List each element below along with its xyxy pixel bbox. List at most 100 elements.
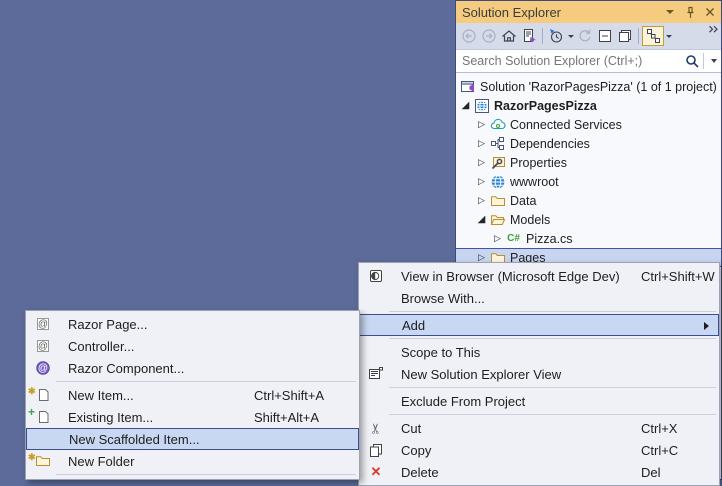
properties-icon (489, 155, 506, 171)
pin-icon[interactable] (684, 5, 696, 19)
window-position-icon[interactable] (664, 5, 676, 19)
svg-text:@: @ (38, 341, 48, 352)
menu-item-new-scaffolded-item[interactable]: New Scaffolded Item... (26, 428, 359, 450)
controller-icon: @ (30, 337, 56, 355)
tree-item-label: RazorPagesPizza (494, 99, 597, 113)
menu-item-cut[interactable]: Cut Ctrl+X (359, 417, 719, 439)
tree-item-wwwroot[interactable]: ▷ wwwroot (456, 172, 721, 191)
back-icon[interactable] (459, 26, 479, 46)
menu-item-existing-item[interactable]: Existing Item... Shift+Alt+A (26, 406, 359, 428)
sync-with-active-document-icon[interactable] (642, 26, 664, 46)
menu-item-browse-with[interactable]: Browse With... (359, 287, 719, 309)
copy-icon (363, 441, 389, 459)
solution-tree: Solution 'RazorPagesPizza' (1 of 1 proje… (456, 73, 721, 267)
tree-item-dependencies[interactable]: ▷ Dependencies (456, 134, 721, 153)
tree-item-label: Properties (510, 156, 567, 170)
tree-item-label: Pizza.cs (526, 232, 573, 246)
tree-item-label: Models (510, 213, 550, 227)
collapsed-arrow-icon[interactable]: ▷ (474, 191, 489, 210)
delete-icon (363, 463, 389, 481)
collapsed-arrow-icon[interactable]: ▷ (474, 153, 489, 172)
collapsed-arrow-icon[interactable]: ▷ (490, 229, 505, 248)
menu-item-scope-to-this[interactable]: Scope to This (359, 341, 719, 363)
new-item-icon (30, 386, 56, 404)
svg-text:@: @ (38, 363, 48, 374)
connected-services-icon (489, 117, 506, 133)
web-project-icon (473, 98, 490, 114)
tree-item-solution[interactable]: Solution 'RazorPagesPizza' (1 of 1 proje… (456, 77, 721, 96)
pending-changes-dropdown-icon[interactable] (566, 26, 575, 46)
submenu-arrow-icon (704, 322, 709, 330)
folder-icon (489, 193, 506, 209)
sync-dropdown-icon[interactable] (664, 26, 673, 46)
menu-separator (56, 474, 356, 475)
toolbar-separator (638, 28, 639, 44)
menu-item-razor-component[interactable]: @ Razor Component... (26, 357, 359, 379)
csharp-icon: C# (505, 231, 522, 247)
tree-item-properties[interactable]: ▷ Properties (456, 153, 721, 172)
razor-component-icon: @ (30, 359, 56, 377)
search-input[interactable] (456, 54, 685, 68)
collapsed-arrow-icon[interactable]: ▷ (474, 172, 489, 191)
dependencies-icon (489, 136, 506, 152)
shortcut-label: Ctrl+Shift+A (254, 388, 324, 403)
tree-item-connected-services[interactable]: ▷ Connected Services (456, 115, 721, 134)
new-folder-icon (30, 452, 56, 470)
toolbar-separator (542, 28, 543, 44)
tree-item-project[interactable]: ◢ RazorPagesPizza (456, 96, 721, 115)
menu-item-copy[interactable]: Copy Ctrl+C (359, 439, 719, 461)
solution-icon (459, 79, 476, 95)
tree-item-label: Solution 'RazorPagesPizza' (1 of 1 proje… (480, 80, 717, 94)
existing-item-icon (30, 408, 56, 426)
context-menu: View in Browser (Microsoft Edge Dev) Ctr… (358, 262, 720, 486)
menu-separator (389, 338, 716, 339)
pending-changes-filter-icon[interactable] (546, 26, 566, 46)
panel-title: Solution Explorer (462, 5, 664, 20)
tree-item-label: Data (510, 194, 536, 208)
svg-text:@: @ (38, 319, 48, 330)
shortcut-label: Shift+Alt+A (254, 410, 319, 425)
expanded-arrow-icon[interactable]: ◢ (458, 96, 473, 115)
toolbar-overflow-icon[interactable] (708, 25, 719, 34)
refresh-icon[interactable] (575, 26, 595, 46)
switch-views-icon[interactable] (519, 26, 539, 46)
menu-item-new-item[interactable]: New Item... Ctrl+Shift+A (26, 384, 359, 406)
search-icon[interactable] (685, 54, 700, 69)
menu-item-new-solution-explorer-view[interactable]: New Solution Explorer View (359, 363, 719, 385)
collapsed-arrow-icon[interactable]: ▷ (474, 115, 489, 134)
panel-toolbar (456, 23, 721, 50)
tree-item-label: wwwroot (510, 175, 559, 189)
shortcut-label: Ctrl+Shift+W (641, 269, 715, 284)
menu-separator (389, 387, 716, 388)
tree-item-models[interactable]: ◢ Models (456, 210, 721, 229)
tree-item-data[interactable]: ▷ Data (456, 191, 721, 210)
expanded-arrow-icon[interactable]: ◢ (474, 210, 489, 229)
home-icon[interactable] (499, 26, 519, 46)
shortcut-label: Ctrl+C (641, 443, 678, 458)
menu-separator (389, 311, 716, 312)
menu-item-new-folder[interactable]: New Folder (26, 450, 359, 472)
folder-open-icon (489, 212, 506, 228)
tree-item-pizza-cs[interactable]: ▷ C# Pizza.cs (456, 229, 721, 248)
shortcut-label: Ctrl+X (641, 421, 677, 436)
forward-icon[interactable] (479, 26, 499, 46)
cut-icon (363, 419, 389, 437)
globe-icon (489, 174, 506, 190)
panel-titlebar[interactable]: Solution Explorer (456, 1, 721, 23)
add-submenu: @ Razor Page... @ Controller... @ Razo (25, 310, 360, 480)
collapse-all-icon[interactable] (595, 26, 615, 46)
menu-item-exclude-from-project[interactable]: Exclude From Project (359, 390, 719, 412)
menu-item-add[interactable]: Add (359, 314, 719, 336)
search-divider (703, 53, 704, 69)
menu-item-razor-page[interactable]: @ Razor Page... (26, 313, 359, 335)
show-all-files-icon[interactable] (615, 26, 635, 46)
close-icon[interactable] (704, 5, 716, 19)
collapsed-arrow-icon[interactable]: ▷ (474, 134, 489, 153)
tree-item-label: Connected Services (510, 118, 622, 132)
search-dropdown-icon[interactable] (707, 59, 721, 63)
menu-separator (56, 381, 356, 382)
menu-item-controller[interactable]: @ Controller... (26, 335, 359, 357)
shortcut-label: Del (641, 465, 661, 480)
view-in-browser-icon (363, 267, 389, 285)
menu-item-view-in-browser[interactable]: View in Browser (Microsoft Edge Dev) Ctr… (359, 265, 719, 287)
